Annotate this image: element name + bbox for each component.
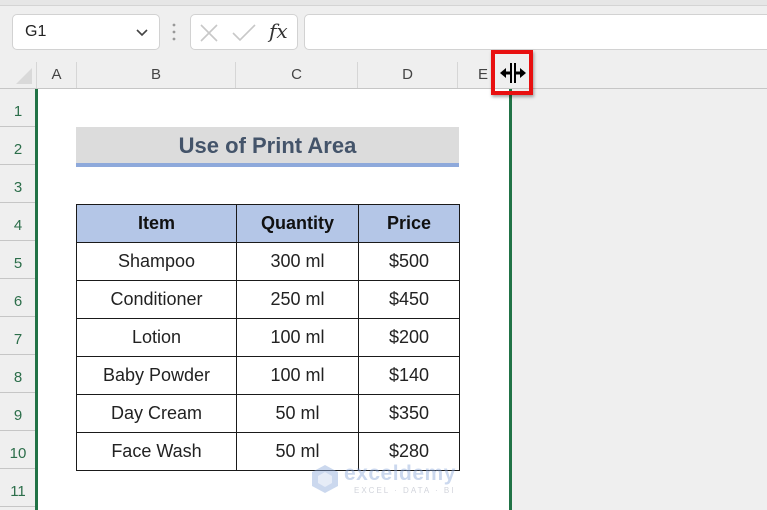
row-header-6[interactable]: 6: [0, 279, 36, 317]
formula-buttons: fx: [190, 14, 298, 50]
cursor-highlight: [491, 50, 533, 95]
outside-print-area[interactable]: [512, 89, 767, 510]
check-icon[interactable]: [231, 23, 257, 43]
fx-icon[interactable]: fx: [269, 19, 288, 43]
cell-quantity[interactable]: 250 ml: [236, 280, 359, 319]
cell-quantity[interactable]: 300 ml: [236, 242, 359, 281]
column-header-b[interactable]: B: [77, 62, 236, 88]
row-header-3[interactable]: 3: [0, 165, 36, 203]
cell-price[interactable]: $200: [358, 318, 460, 357]
cell-item[interactable]: Conditioner: [76, 280, 237, 319]
print-area-border-left: [35, 89, 38, 510]
column-resize-icon[interactable]: [498, 62, 528, 84]
cell-item[interactable]: Baby Powder: [76, 356, 237, 395]
cell-price[interactable]: $450: [358, 280, 460, 319]
cell-item[interactable]: Face Wash: [76, 432, 237, 471]
row-header-9[interactable]: 9: [0, 393, 36, 431]
column-header-c[interactable]: C: [236, 62, 358, 88]
row-header-4[interactable]: 4: [0, 203, 36, 241]
table-row: Conditioner 250 ml $450: [76, 280, 460, 319]
formula-bar: G1 fx: [0, 6, 767, 62]
sheet-title[interactable]: Use of Print Area: [76, 127, 459, 167]
table-row: Lotion 100 ml $200: [76, 318, 460, 357]
formula-input[interactable]: [304, 14, 767, 50]
print-area-border-right[interactable]: [509, 89, 512, 510]
name-box-value: G1: [25, 23, 47, 40]
row-header-5[interactable]: 5: [0, 241, 36, 279]
cell-item[interactable]: Day Cream: [76, 394, 237, 433]
cell-price[interactable]: $350: [358, 394, 460, 433]
header-price[interactable]: Price: [358, 204, 460, 243]
table-row: Shampoo 300 ml $500: [76, 242, 460, 281]
column-header-a[interactable]: A: [37, 62, 77, 88]
chevron-down-icon[interactable]: [135, 25, 149, 39]
header-item[interactable]: Item: [76, 204, 237, 243]
cell-quantity[interactable]: 100 ml: [236, 356, 359, 395]
cell-item[interactable]: Lotion: [76, 318, 237, 357]
cell-price[interactable]: $500: [358, 242, 460, 281]
x-icon[interactable]: [199, 23, 219, 43]
cell-quantity[interactable]: 50 ml: [236, 394, 359, 433]
row-header-8[interactable]: 8: [0, 355, 36, 393]
select-all-triangle-icon: [16, 68, 32, 84]
row-header-2[interactable]: 2: [0, 127, 36, 165]
cell-price[interactable]: $140: [358, 356, 460, 395]
cell-item[interactable]: Shampoo: [76, 242, 237, 281]
watermark-name: exceldemy: [344, 462, 456, 485]
drag-handle-icon[interactable]: [172, 22, 176, 42]
table-row: Day Cream 50 ml $350: [76, 394, 460, 433]
select-all-button[interactable]: [0, 62, 37, 88]
exceldemy-watermark: exceldemy EXCEL · DATA · BI: [310, 462, 460, 502]
data-table: Item Quantity Price Shampoo 300 ml $500 …: [76, 204, 460, 471]
table-row: Baby Powder 100 ml $140: [76, 356, 460, 395]
row-header-11[interactable]: 11: [0, 469, 36, 507]
watermark-tagline: EXCEL · DATA · BI: [354, 486, 456, 495]
column-headers: A B C D E: [0, 62, 767, 89]
header-quantity[interactable]: Quantity: [236, 204, 359, 243]
row-headers: 1 2 3 4 5 6 7 8 9 10 11: [0, 89, 36, 510]
table-header-row: Item Quantity Price: [76, 204, 460, 243]
row-header-1[interactable]: 1: [0, 89, 36, 127]
row-header-7[interactable]: 7: [0, 317, 36, 355]
exceldemy-logo-icon: [312, 465, 338, 493]
cell-quantity[interactable]: 100 ml: [236, 318, 359, 357]
name-box[interactable]: G1: [12, 14, 160, 50]
row-header-10[interactable]: 10: [0, 431, 36, 469]
column-header-d[interactable]: D: [358, 62, 458, 88]
